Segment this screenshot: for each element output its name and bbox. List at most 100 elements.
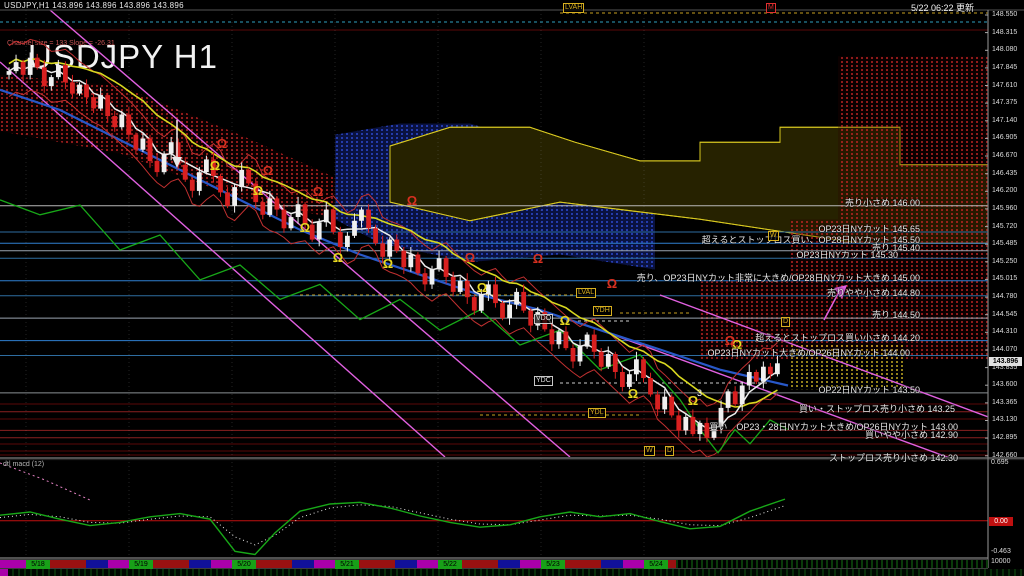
timeline-segment	[86, 560, 108, 568]
marker-box-ydh: YDH	[593, 306, 612, 316]
y-axis-tick: 146.670	[992, 152, 1017, 159]
y-axis-tick: 143.365	[992, 399, 1017, 406]
timeline-segment	[314, 560, 335, 568]
candle-body	[162, 154, 167, 173]
candle-body	[267, 198, 272, 215]
candle-body	[155, 161, 160, 172]
chart-title-ohlc: USDJPY,H1 143.896 143.896 143.896 143.89…	[4, 1, 184, 10]
candle-body	[423, 273, 428, 284]
omega-marker: Ω	[253, 183, 263, 198]
omega-marker: Ω	[607, 276, 617, 291]
candle-body	[366, 210, 371, 229]
candle-body	[282, 210, 287, 229]
timeline-segment	[211, 560, 232, 568]
timeline-date: 5/20	[232, 560, 256, 569]
y-axis-tick: 144.780	[992, 293, 1017, 300]
candle-body	[691, 417, 696, 434]
candle-body	[345, 236, 350, 247]
timeline-segment	[50, 560, 86, 568]
omega-marker: Ω	[628, 386, 638, 401]
macd-indicator-label: dt| macd (12)	[3, 461, 44, 468]
price-level-label: OP23日NYカット 145.30	[796, 248, 898, 261]
timeline-segment	[601, 560, 623, 568]
y-axis-tick: 145.250	[992, 258, 1017, 265]
candle-body	[91, 97, 96, 108]
candle-body	[564, 332, 569, 349]
candle-body	[655, 394, 660, 409]
omega-marker: Ω	[560, 313, 570, 328]
price-level-label: ストップロス売り小さめ 142.30	[829, 451, 958, 464]
candle-body	[126, 115, 131, 135]
timeline-segment	[520, 560, 541, 568]
marker-box-ydc: YDC	[534, 376, 553, 386]
y-axis-tick: 144.545	[992, 311, 1017, 318]
marker-box-d: D	[665, 446, 674, 456]
candle-body	[740, 386, 745, 405]
timeline-date: 5/22	[438, 560, 462, 569]
count-label: 3	[696, 389, 703, 397]
candle-body	[592, 335, 597, 352]
candle-body	[627, 374, 632, 387]
y-axis-tick: 142.895	[992, 434, 1017, 441]
candle-body	[63, 65, 68, 82]
candle-body	[105, 95, 110, 116]
timeline-segment	[359, 560, 395, 568]
y-axis-tick: 146.435	[992, 170, 1017, 177]
candle-body	[634, 359, 639, 374]
candle-body	[21, 62, 26, 75]
omega-marker: Ω	[300, 220, 310, 235]
candle-body	[197, 172, 202, 191]
timeline-segment	[417, 560, 438, 568]
candle-body	[662, 397, 667, 410]
macd-history-dotted-line	[0, 463, 90, 500]
candle-body	[465, 281, 470, 298]
timeline-segment	[292, 560, 314, 568]
candle-body	[331, 210, 336, 233]
candle-body	[141, 139, 146, 150]
candle-body	[585, 335, 590, 347]
timeline-future-area	[676, 560, 988, 568]
candle-body	[528, 311, 533, 326]
candle-body	[373, 228, 378, 243]
marker-box-vdo: VDO	[534, 314, 553, 324]
y-axis-tick: 144.310	[992, 328, 1017, 335]
marker-box-w: W	[644, 446, 655, 456]
candle-body	[352, 221, 357, 236]
timeline-segment	[108, 560, 129, 568]
candle-body	[408, 255, 413, 268]
timeline-date: 5/21	[335, 560, 359, 569]
candle-body	[324, 210, 329, 223]
candle-body	[557, 332, 562, 345]
candle-body	[514, 292, 519, 305]
timeline-segment	[623, 560, 644, 568]
omega-marker: Ω	[333, 250, 343, 265]
timeline-segment	[498, 560, 520, 568]
price-level-label: OP22日NYカット 143.50	[818, 383, 920, 396]
candle-body	[775, 363, 780, 374]
candle-body	[14, 62, 19, 71]
omega-marker: Ω	[533, 251, 543, 266]
candle-body	[698, 423, 703, 434]
omega-marker: Ω	[217, 136, 227, 151]
candle-body	[84, 85, 89, 98]
candle-body	[246, 170, 251, 184]
y-axis-tick: 148.080	[992, 46, 1017, 53]
candle-body	[148, 139, 153, 162]
candle-body	[190, 180, 195, 191]
date-timeline[interactable]: 5/185/195/205/215/225/235/24	[0, 559, 988, 569]
candle-body	[641, 359, 646, 378]
price-level-label: 売り、OP23日NYカット非常に大きめ/OP28日NYカット大きめ 145.00	[637, 271, 920, 284]
current-price-box: 143.896	[989, 357, 1022, 366]
y-axis-tick: 145.720	[992, 223, 1017, 230]
timeline-segment	[565, 560, 601, 568]
candle-body	[733, 391, 738, 404]
candle-body	[28, 58, 33, 75]
candle-body	[444, 258, 449, 277]
omega-marker: Ω	[263, 163, 273, 178]
y-axis-tick: 144.070	[992, 346, 1017, 353]
candle-body	[56, 65, 61, 77]
candle-body	[387, 240, 392, 257]
y-axis-tick: 147.375	[992, 99, 1017, 106]
candle-body	[204, 159, 209, 172]
timeline-segment	[395, 560, 417, 568]
